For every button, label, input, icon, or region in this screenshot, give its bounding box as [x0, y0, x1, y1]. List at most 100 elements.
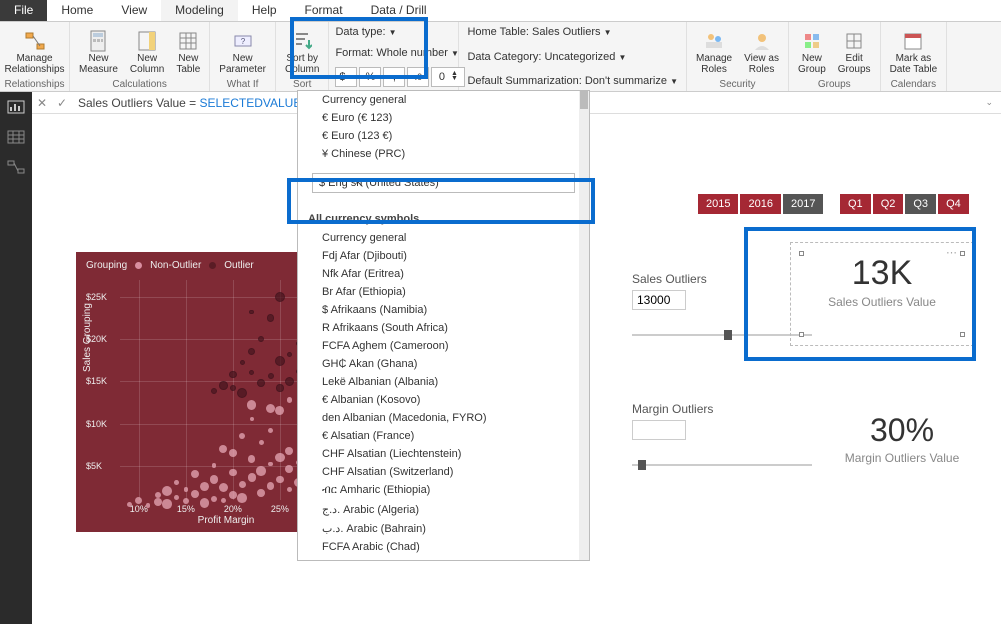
chevron-down-icon[interactable]: ⌄: [985, 97, 1001, 108]
q3[interactable]: Q3: [905, 194, 936, 214]
legend-dot-outlier: [209, 262, 216, 269]
margin-outliers-parameter: Margin Outliers: [632, 402, 812, 466]
percent-format-button[interactable]: %: [359, 67, 381, 87]
currency-option[interactable]: GH₵ Akan (Ghana): [298, 355, 589, 373]
comma-format-button[interactable]: ,: [383, 67, 405, 87]
manage-roles-button[interactable]: Manage Roles: [693, 28, 735, 77]
edit-groups-button[interactable]: Edit Groups: [835, 28, 874, 77]
currency-option[interactable]: CHF Alsatian (Switzerland): [298, 463, 589, 481]
new-parameter-button[interactable]: ?New Parameter: [216, 28, 269, 77]
currency-option[interactable]: CHF Alsatian (Liechtenstein): [298, 445, 589, 463]
sales-outliers-slider[interactable]: [632, 334, 812, 336]
margin-outliers-input[interactable]: [632, 420, 686, 440]
group-label-calendars: Calendars: [891, 79, 937, 90]
currency-option[interactable]: den Albanian (Macedonia, FYRO): [298, 409, 589, 427]
currency-option[interactable]: R Afrikaans (South Africa): [298, 319, 589, 337]
year-2016[interactable]: 2016: [740, 194, 780, 214]
currency-option[interactable]: Currency general: [298, 91, 589, 109]
new-table-button[interactable]: New Table: [173, 28, 203, 77]
q2[interactable]: Q2: [873, 194, 904, 214]
sort-by-column-button[interactable]: Sort by Column: [282, 28, 322, 77]
year-2015[interactable]: 2015: [698, 194, 738, 214]
currency-option[interactable]: FCFA Arabic (Chad): [298, 538, 589, 556]
data-point: [219, 445, 227, 453]
currency-option[interactable]: Br Afar (Ethiopia): [298, 283, 589, 301]
format-row[interactable]: Format: Whole number ▼: [335, 47, 458, 59]
currency-option[interactable]: ብር Amharic (Ethiopia): [298, 481, 589, 500]
currency-format-button[interactable]: $▼: [335, 67, 357, 87]
new-measure-button[interactable]: New Measure: [76, 28, 121, 77]
currency-option[interactable]: € Euro (€ 123): [298, 109, 589, 127]
edit-groups-icon: [843, 30, 865, 52]
new-column-button[interactable]: New Column: [127, 28, 167, 77]
q1[interactable]: Q1: [840, 194, 871, 214]
menu-file[interactable]: File: [0, 0, 47, 21]
data-point: [249, 370, 254, 375]
data-point: [250, 417, 254, 421]
y-tick: $10K: [86, 419, 107, 429]
year-2017[interactable]: 2017: [783, 194, 823, 214]
model-view-icon[interactable]: [7, 160, 25, 174]
margin-outliers-value-card[interactable]: 30% Margin Outliers Value: [822, 412, 982, 465]
card-menu-icon[interactable]: ⋯: [946, 246, 960, 259]
new-group-button[interactable]: New Group: [795, 28, 829, 77]
data-point: [212, 463, 217, 468]
year-slicer: 2015 2016 2017: [698, 194, 823, 214]
menu-data-drill[interactable]: Data / Drill: [357, 0, 441, 21]
currency-option[interactable]: Fdj Afar (Djibouti): [298, 247, 589, 265]
currency-option[interactable]: د.ب. Arabic (Bahrain): [298, 519, 589, 538]
menu-help[interactable]: Help: [238, 0, 291, 21]
margin-outliers-slider[interactable]: [632, 464, 812, 466]
group-label-calculations: Calculations: [112, 79, 166, 90]
currency-option[interactable]: FCFA Aghem (Cameroon): [298, 337, 589, 355]
data-point: [221, 498, 227, 504]
dropdown-scrollbar[interactable]: [579, 91, 589, 560]
sales-outliers-value-card[interactable]: ⋯ 13K Sales Outliers Value: [802, 254, 962, 334]
menu-modeling[interactable]: Modeling: [161, 0, 238, 21]
formula-text[interactable]: Sales Outliers Value = SELECTEDVALUE: [72, 96, 301, 110]
manage-relationships-button[interactable]: Manage Relationships: [1, 28, 67, 77]
data-point: [135, 497, 142, 504]
y-tick: $15K: [86, 376, 107, 386]
currency-search-input[interactable]: $ Eng sh (United States) ↖: [312, 173, 575, 193]
currency-option[interactable]: Lekë Albanian (Albania): [298, 373, 589, 391]
report-view-icon[interactable]: [7, 100, 25, 114]
currency-option[interactable]: Currency general: [298, 229, 589, 247]
view-as-roles-button[interactable]: View as Roles: [741, 28, 782, 77]
data-type-row[interactable]: Data type: ▼: [335, 26, 396, 38]
menu-format[interactable]: Format: [291, 0, 357, 21]
sales-outliers-input[interactable]: [632, 290, 686, 310]
roles-icon: [703, 30, 725, 52]
currency-option[interactable]: ¥ Chinese (PRC): [298, 145, 589, 163]
currency-option[interactable]: $ Afrikaans (Namibia): [298, 301, 589, 319]
q4[interactable]: Q4: [938, 194, 969, 214]
currency-option[interactable]: € Alsatian (France): [298, 427, 589, 445]
menu-home[interactable]: Home: [47, 0, 107, 21]
calendar-icon: [902, 30, 924, 52]
summarization-row[interactable]: Default Summarization: Don't summarize ▼: [467, 75, 678, 87]
mark-date-table-button[interactable]: Mark as Date Table: [887, 28, 941, 77]
ribbon: Manage Relationships Relationships New M…: [0, 22, 1001, 92]
home-table-row[interactable]: Home Table: Sales Outliers ▼: [467, 26, 611, 38]
data-point: [154, 498, 162, 506]
data-point: [210, 475, 219, 484]
data-point: [247, 400, 256, 409]
menu-tabs: File Home View Modeling Help Format Data…: [0, 0, 1001, 22]
decimals-icon-button[interactable]: .0: [407, 67, 429, 87]
sort-icon: [291, 30, 313, 52]
chevron-down-icon: ▼: [618, 53, 626, 62]
menu-view[interactable]: View: [107, 0, 161, 21]
data-category-row[interactable]: Data Category: Uncategorized ▼: [467, 51, 626, 63]
commit-formula-icon[interactable]: ✓: [52, 96, 72, 110]
data-point: [276, 384, 283, 391]
currency-option[interactable]: Nfk Afar (Eritrea): [298, 265, 589, 283]
param-label: Margin Outliers: [632, 402, 812, 416]
cancel-formula-icon[interactable]: ✕: [32, 96, 52, 110]
x-tick: 15%: [177, 504, 195, 514]
data-point: [248, 473, 256, 481]
data-view-icon[interactable]: [7, 130, 25, 144]
currency-option[interactable]: د.ج. Arabic (Algeria): [298, 500, 589, 519]
currency-option[interactable]: € Euro (123 €): [298, 127, 589, 145]
currency-option[interactable]: € Albanian (Kosovo): [298, 391, 589, 409]
data-point: [275, 406, 284, 415]
